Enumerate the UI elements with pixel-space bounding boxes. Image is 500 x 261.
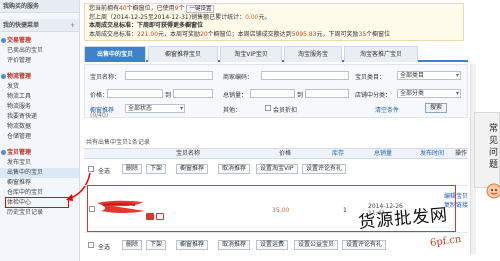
delist-button[interactable]: 下架 [146,240,167,250]
sidebar-item-send-express[interactable]: 我要寄快递 [0,112,79,122]
tab-service-items[interactable]: 淘宝服务宝 [284,46,342,62]
sidebar-purchased-services-label: 我购买的服务 [3,3,40,10]
sidebar-item-reviews[interactable]: 评价管理 [0,56,79,66]
member-discount-label: 会员折扣 [273,107,298,114]
tab-window-items[interactable]: 橱窗推荐宝贝 [148,46,218,62]
sidebar-section-title[interactable]: 交易管理 [0,35,79,46]
sales-max-input[interactable] [305,89,349,98]
price-max-input[interactable] [173,89,213,98]
item-name-label: 宝贝名称： [90,74,121,81]
select-all-checkbox[interactable] [88,242,94,248]
col-price: 价格 [279,150,292,157]
one-click-setup-button[interactable]: 一键设置 [186,5,215,13]
price-label: 价格： [90,92,109,99]
select-all-checkbox[interactable] [88,166,94,172]
delete-button[interactable]: 删除 [122,240,143,250]
window-count: (0/40) [90,112,109,119]
col-ops: 操作 [455,150,468,157]
window-notice-panel: 您当前拥有40个橱窗位，已使用9个 一键设置 您上周（2014-12-25至20… [84,3,464,41]
select-all-label: 全选 [98,244,111,251]
set-charity-button[interactable]: 设置公益宝贝 [294,240,339,250]
sidebar-item-logistics-data[interactable]: 物流数据 [0,122,79,132]
window-recommend-button[interactable]: 橱窗推荐 [176,164,209,174]
sidebar-item-logistics-tools[interactable]: 物流工具 [0,92,79,102]
set-review-gift-button[interactable]: 设置评论有礼 [302,164,347,174]
support-avatar-icon[interactable] [486,183,500,199]
sidebar-section-trade: 交易管理 已卖出的宝贝 评价管理 [0,32,79,68]
faq-float-panel[interactable]: 常 见 问 题 [474,112,500,188]
col-sales[interactable]: 总销量 [374,149,392,158]
set-review-gift-button[interactable]: 设置评论有礼 [342,240,387,250]
col-item-name: 宝贝名称 [176,150,201,157]
notice-line-windows: 您当前拥有40个橱窗位，已使用9个 一键设置 [89,5,459,14]
col-stock[interactable]: 库存 [332,149,344,158]
notice-line-sales: 您上周（2014-12-25至2014-12-31)销售额已累计统计：0.00元… [89,13,271,21]
sales-label: 总销量： [223,92,248,99]
price-min-input[interactable] [107,89,163,98]
last-week-amount: 0.00 [245,13,259,21]
notice-line-standard: 本周成交总标准：下周即可获得更多橱窗位 [89,22,204,30]
top-action-bar: 全选 删除 下架 橱窗推荐 取消推荐 设置淘宝VIP 设置评论有礼 [84,162,468,176]
item-tabs: 出售中的宝贝 橱窗推荐宝贝 淘宝VIP宝贝 淘宝服务宝 淘宝客推广宝贝 [84,45,468,62]
sidebar-item-ship[interactable]: 发货 [0,82,79,92]
sidebar-section-title[interactable]: 物流管理 [0,71,79,82]
set-vip-button[interactable]: 设置淘宝VIP [256,164,298,174]
items-icon [1,150,6,155]
cancel-recommend-button[interactable]: 取消推荐 [218,240,251,250]
window-status-select[interactable]: 全部状态 [125,104,185,113]
delist-button[interactable]: 下架 [146,164,167,174]
highlight-box [5,197,69,208]
member-discount-checkbox[interactable] [265,105,271,111]
other-label: 其他： [223,107,242,114]
sidebar-item-history[interactable]: 历史宝贝记录 [0,208,79,218]
select-all-label: 全选 [98,168,111,175]
sidebar-item-warehouse[interactable]: 仓储管理 [0,132,79,142]
record-summary: 共有出售中宝贝1条记录 [86,139,150,146]
table-header: 宝贝名称 价格 库存 总销量 发布时间 操作 [84,148,468,159]
sidebar-favorites-label: 我的快捷菜单 [3,22,40,29]
merchant-code-label: 商家编码： [223,74,254,81]
notice-line-reward: 本周成交总标准：221.00元，本周可奖励20个橱窗位；本周店铺成交额达到509… [89,30,391,38]
logistics-icon [1,74,6,79]
search-button[interactable]: 搜索 [425,103,448,113]
tab-taoke-items[interactable]: 淘宝客推广宝贝 [344,46,418,62]
tab-on-sale[interactable]: 出售中的宝贝 [84,46,146,62]
clear-conditions-link[interactable]: 清空条件 [375,105,399,114]
sidebar-purchased-services[interactable]: 我购买的服务 [0,0,79,13]
sidebar: 我购买的服务 我的快捷菜单 + 交易管理 已卖出的宝贝 评价管理 物流管理 发货… [0,0,80,261]
merchant-code-input[interactable] [261,71,349,80]
bottom-action-bar: 全选 删除 下架 橱窗推荐 取消推荐 设置运费 设置公益宝贝 设置评论有礼 [84,238,468,252]
window-total: 40 [119,5,127,12]
trade-icon [1,38,6,43]
cancel-recommend-button[interactable]: 取消推荐 [218,164,251,174]
category-label: 宝贝类目： [355,74,386,81]
sidebar-item-sold[interactable]: 已卖出的宝贝 [0,46,79,56]
sidebar-favorites[interactable]: 我的快捷菜单 + [0,19,79,32]
set-freight-button[interactable]: 设置运费 [256,240,289,250]
tab-vip-items[interactable]: 淘宝VIP宝贝 [220,46,282,62]
sidebar-item-logistics-services[interactable]: 物流服务 [0,102,79,112]
delete-button[interactable]: 删除 [122,164,143,174]
window-recommend-button[interactable]: 橱窗推荐 [176,240,209,250]
add-icon[interactable]: + [70,19,75,32]
col-publish-time[interactable]: 发布时间 [420,149,444,158]
shop-category-label: 店铺中分类： [355,92,392,99]
shop-category-select[interactable]: 全部分类 [397,89,461,98]
sidebar-section-title[interactable]: 宝贝管理 [0,147,79,158]
sales-min-input[interactable] [250,89,295,98]
sidebar-section-logistics: 物流管理 发货 物流工具 物流服务 我要寄快递 物流数据 仓储管理 [0,68,79,144]
search-form: 宝贝名称： 商家编码： 宝贝类目： 全部类目 价格： 到 总销量： 到 店铺中分… [84,64,468,119]
item-name-input[interactable] [125,71,213,80]
sidebar-item-publish[interactable]: 发布宝贝 [0,158,79,168]
category-select[interactable]: 全部类目 [397,71,461,80]
